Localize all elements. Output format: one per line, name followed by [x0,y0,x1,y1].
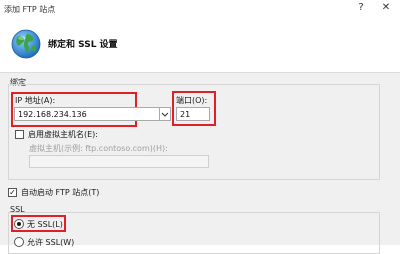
chevron-down-icon [161,112,169,117]
help-button[interactable]: ? [355,2,367,16]
ip-address-input[interactable]: 192.168.234.136 [14,107,160,121]
allow-ssl-label[interactable]: 允许 SSL(W) [27,237,74,248]
globe-icon [11,29,41,59]
title-bar: 添加 FTP 站点 ? ✕ [0,0,400,21]
allow-ssl-radio[interactable] [14,237,24,247]
no-ssl-radio[interactable] [14,219,24,229]
ip-address-label: IP 地址(A): [15,96,56,105]
close-button[interactable]: ✕ [379,2,393,16]
window-title: 添加 FTP 站点 [4,5,56,14]
auto-start-checkbox[interactable]: ✓ [8,188,17,197]
virtual-host-checkbox[interactable] [15,130,24,139]
auto-start-label[interactable]: 自动启动 FTP 站点(T) [21,187,99,198]
virtual-host-label: 虚拟主机(示例: ftp.contoso.com)(H): [29,144,168,153]
page-title: 绑定和 SSL 设置 [48,40,118,50]
wizard-header: 绑定和 SSL 设置 [0,20,400,73]
ip-dropdown-button[interactable] [159,107,171,121]
port-label: 端口(O): [176,96,208,105]
virtual-host-input[interactable] [29,155,209,168]
port-input[interactable]: 21 [176,107,210,121]
no-ssl-label[interactable]: 无 SSL(L) [27,219,63,230]
virtual-host-checkbox-label[interactable]: 启用虚拟主机名(E): [28,129,98,140]
